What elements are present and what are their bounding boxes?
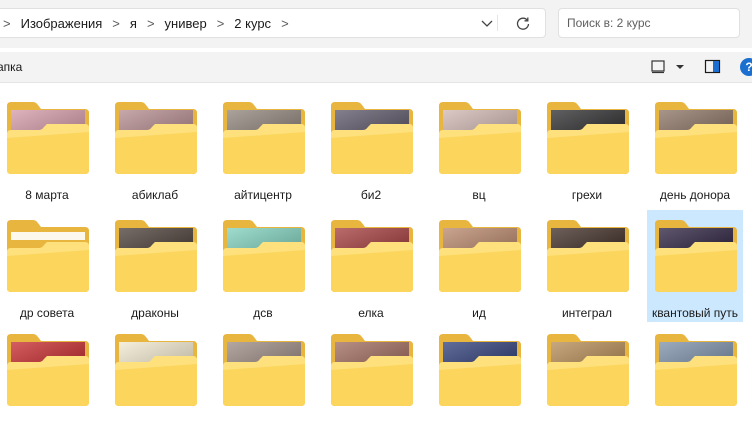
folder-icon — [439, 220, 521, 292]
folder-icon — [547, 220, 629, 292]
folder-item[interactable] — [539, 324, 635, 436]
folder-icon — [7, 102, 89, 174]
search-placeholder: Поиск в: 2 курс — [567, 16, 651, 30]
folder-item[interactable] — [647, 324, 743, 436]
folder-item[interactable]: драконы — [107, 210, 203, 322]
folder-grid: 8 марта абиклаб айтицентр би2 вц грехи день до… — [0, 92, 752, 418]
folder-item[interactable]: квантовый путь — [647, 210, 743, 322]
folder-name: би2 — [360, 188, 382, 202]
folder-item[interactable]: ид — [431, 210, 527, 322]
address-bar[interactable]: > Изображения > я > универ > 2 курс > — [0, 8, 546, 38]
folder-item[interactable]: день донора — [647, 92, 743, 204]
folder-name: др совета — [19, 306, 75, 320]
refresh-icon[interactable] — [513, 13, 533, 33]
folder-item[interactable] — [107, 324, 203, 436]
breadcrumb-separator-icon[interactable]: > — [3, 16, 11, 31]
folder-name: ид — [472, 306, 486, 320]
folder-icon — [655, 102, 737, 174]
folder-icon — [223, 102, 305, 174]
breadcrumb-item-2-kurs[interactable]: 2 курс — [234, 16, 271, 31]
folder-item[interactable]: др совета — [0, 210, 95, 322]
folder-icon — [223, 220, 305, 292]
folder-icon — [115, 102, 197, 174]
folder-icon — [547, 334, 629, 406]
folder-item[interactable]: би2 — [323, 92, 419, 204]
folder-icon — [7, 334, 89, 406]
search-input[interactable]: Поиск в: 2 курс — [558, 8, 740, 38]
folder-name: грехи — [571, 188, 603, 202]
breadcrumb-separator-icon[interactable]: > — [217, 16, 225, 31]
folder-name: абиклаб — [131, 188, 179, 202]
folder-item[interactable]: грехи — [539, 92, 635, 204]
address-divider — [497, 15, 498, 31]
help-icon[interactable]: ? — [740, 58, 752, 76]
folder-icon — [331, 102, 413, 174]
folder-icon — [7, 220, 89, 292]
folder-name: интеграл — [561, 306, 613, 320]
folder-item[interactable]: айтицентр — [215, 92, 311, 204]
folder-icon — [223, 334, 305, 406]
folder-name: дсв — [253, 306, 273, 320]
folder-icon — [439, 334, 521, 406]
folder-item[interactable] — [323, 324, 419, 436]
breadcrumb-item-univer[interactable]: универ — [165, 16, 207, 31]
folder-icon — [655, 220, 737, 292]
folder-icon — [115, 334, 197, 406]
folder-name: квантовый путь — [651, 306, 739, 320]
folder-item[interactable]: 8 марта — [0, 92, 95, 204]
folder-name: день донора — [659, 188, 731, 202]
folder-icon — [655, 334, 737, 406]
breadcrumb-separator-icon[interactable]: > — [281, 16, 289, 31]
new-folder-button[interactable]: апка — [0, 60, 22, 74]
folder-name: айтицентр — [234, 188, 292, 202]
folder-icon — [115, 220, 197, 292]
command-bar: апка ? — [0, 52, 752, 83]
folder-icon — [547, 102, 629, 174]
folder-item[interactable]: дсв — [215, 210, 311, 322]
breadcrumb-separator-icon[interactable]: > — [147, 16, 155, 31]
breadcrumb-item-me[interactable]: я — [130, 16, 137, 31]
breadcrumb-separator-icon[interactable]: > — [112, 16, 120, 31]
view-options-button[interactable] — [650, 58, 688, 76]
folder-icon — [439, 102, 521, 174]
folder-item[interactable] — [215, 324, 311, 436]
folder-name: 8 марта — [25, 188, 69, 202]
chevron-down-icon[interactable] — [477, 13, 497, 33]
folder-name: драконы — [131, 306, 179, 320]
folder-name: вц — [472, 188, 486, 202]
address-toolbar: > Изображения > я > универ > 2 курс > По… — [0, 0, 752, 48]
folder-item[interactable]: вц — [431, 92, 527, 204]
folder-icon — [331, 334, 413, 406]
folder-item[interactable] — [0, 324, 95, 436]
folder-name: елка — [358, 306, 384, 320]
folder-item[interactable]: елка — [323, 210, 419, 322]
breadcrumb: > Изображения > я > универ > 2 курс > — [0, 9, 299, 37]
folder-item[interactable]: интеграл — [539, 210, 635, 322]
folder-icon — [331, 220, 413, 292]
folder-item[interactable]: абиклаб — [107, 92, 203, 204]
details-pane-icon[interactable] — [704, 58, 722, 76]
folder-item[interactable] — [431, 324, 527, 436]
breadcrumb-item-images[interactable]: Изображения — [21, 16, 103, 31]
